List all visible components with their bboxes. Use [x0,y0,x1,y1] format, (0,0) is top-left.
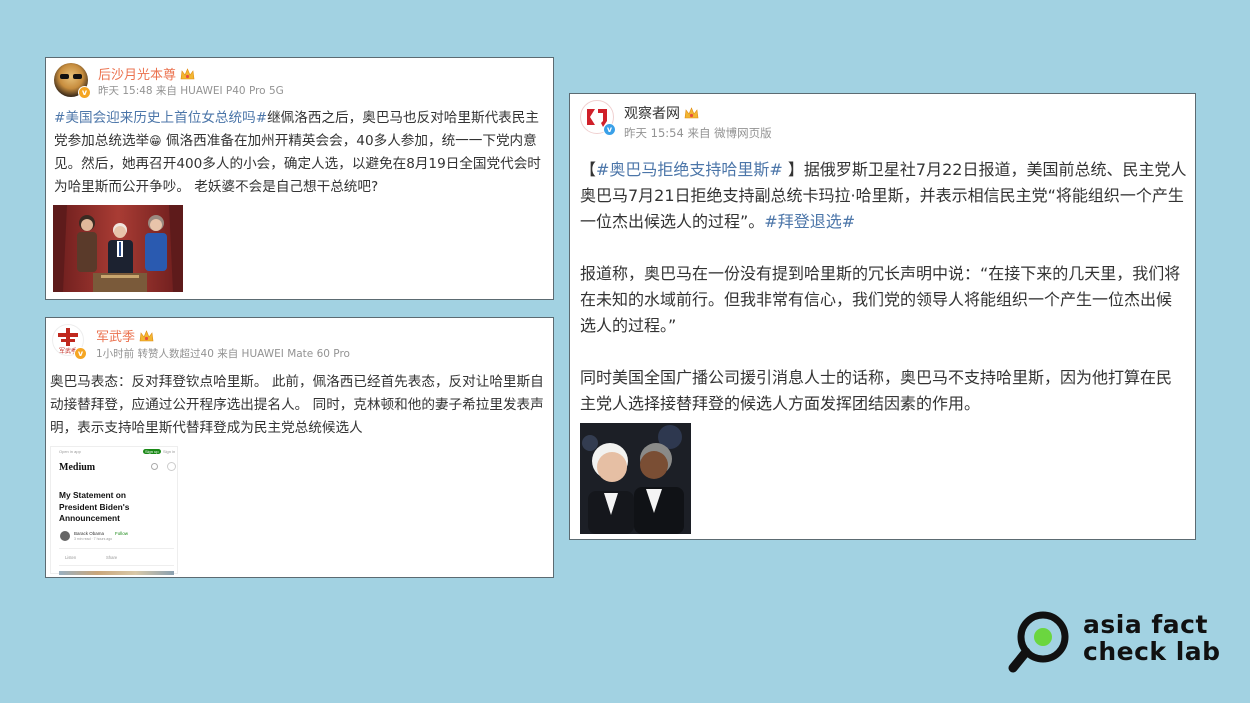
magnifier-icon [1008,611,1069,673]
paragraph-1: 【#奥巴马拒绝支持哈里斯# 】据俄罗斯卫星社7月22日报道，美国前总统、民主党人… [580,160,1187,231]
paragraph-2: 报道称，奥巴马在一份没有提到哈里斯的冗长声明中说：“在接下来的几天里，我们将在未… [580,264,1181,335]
article-title: My Statement on President Biden's Announ… [59,490,130,523]
post-image[interactable] [53,205,183,292]
medium-logo: Medium [59,462,96,473]
share-button: Share [106,555,118,560]
crown-icon [684,107,699,119]
post-meta: 昨天 15:54 来自 微博网页版 [624,126,772,140]
author-avatar [60,531,70,541]
username[interactable]: 军武季 [96,326,154,345]
crown-icon [180,68,195,80]
verified-badge-icon: v [74,347,87,360]
verified-badge-icon: v [78,86,91,99]
signup-button: Sign up [143,449,161,454]
medium-screenshot[interactable]: Open in app Sign up Sign in Medium My St… [50,446,178,575]
post-meta: 昨天 15:48 来自 HUAWEI P40 Pro 5G [98,85,284,97]
article-image-strip [59,571,174,575]
hashtag-link[interactable]: #美国会迎来历史上首位女总统吗# [54,110,267,126]
hashtag-link[interactable]: #拜登退选# [764,212,855,231]
search-icon [151,463,158,470]
hashtag-link[interactable]: #奥巴马拒绝支持哈里斯# [596,160,783,179]
asia-fact-check-lab-logo: asia fact check lab [1008,610,1223,674]
weibo-post-3: v 观察者网 昨天 15:54 来自 微博网页版 【#奥巴马拒绝支持哈里斯# 】… [569,93,1196,540]
weibo-post-2: 军武季 v 军武季 1小时前 转赞人数超过40 来自 HUAWEI Mate 6… [45,317,554,578]
crown-icon [139,330,154,342]
divider [59,548,174,549]
biden-obama-photo [580,423,691,534]
post-body: 奥巴马表态：反对拜登钦点哈里斯。 此前，佩洛西已经首先表态，反对让哈里斯自动接替… [50,374,544,436]
listen-button: Listen [65,555,77,560]
post-body: 【#奥巴马拒绝支持哈里斯# 】据俄罗斯卫星社7月22日报道，美国前总统、民主党人… [580,157,1187,443]
post-body: #美国会迎来历史上首位女总统吗#继佩洛西之后，奥巴马也反对哈里斯代表民主党参加总… [54,110,541,195]
logo-text-line2: check lab [1083,637,1221,666]
post-image[interactable] [580,423,691,534]
username[interactable]: 后沙月光本尊 [98,64,195,83]
divider [59,565,174,566]
profile-icon [167,462,176,471]
logo-text-line1: asia fact [1083,610,1208,639]
paragraph-3: 同时美国全国广播公司援引消息人士的话称，奥巴马不支持哈里斯，因为他打算在民主党人… [580,368,1173,413]
grin-emoji-icon: 😁 [149,134,162,148]
username[interactable]: 观察者网 [624,103,699,123]
biden-speech-photo [53,205,183,292]
verified-badge-icon: v [603,123,616,136]
weibo-post-1: v 后沙月光本尊 昨天 15:48 来自 HUAWEI P40 Pro 5G #… [45,57,554,300]
post-meta: 1小时前 转赞人数超过40 来自 HUAWEI Mate 60 Pro [96,348,350,360]
